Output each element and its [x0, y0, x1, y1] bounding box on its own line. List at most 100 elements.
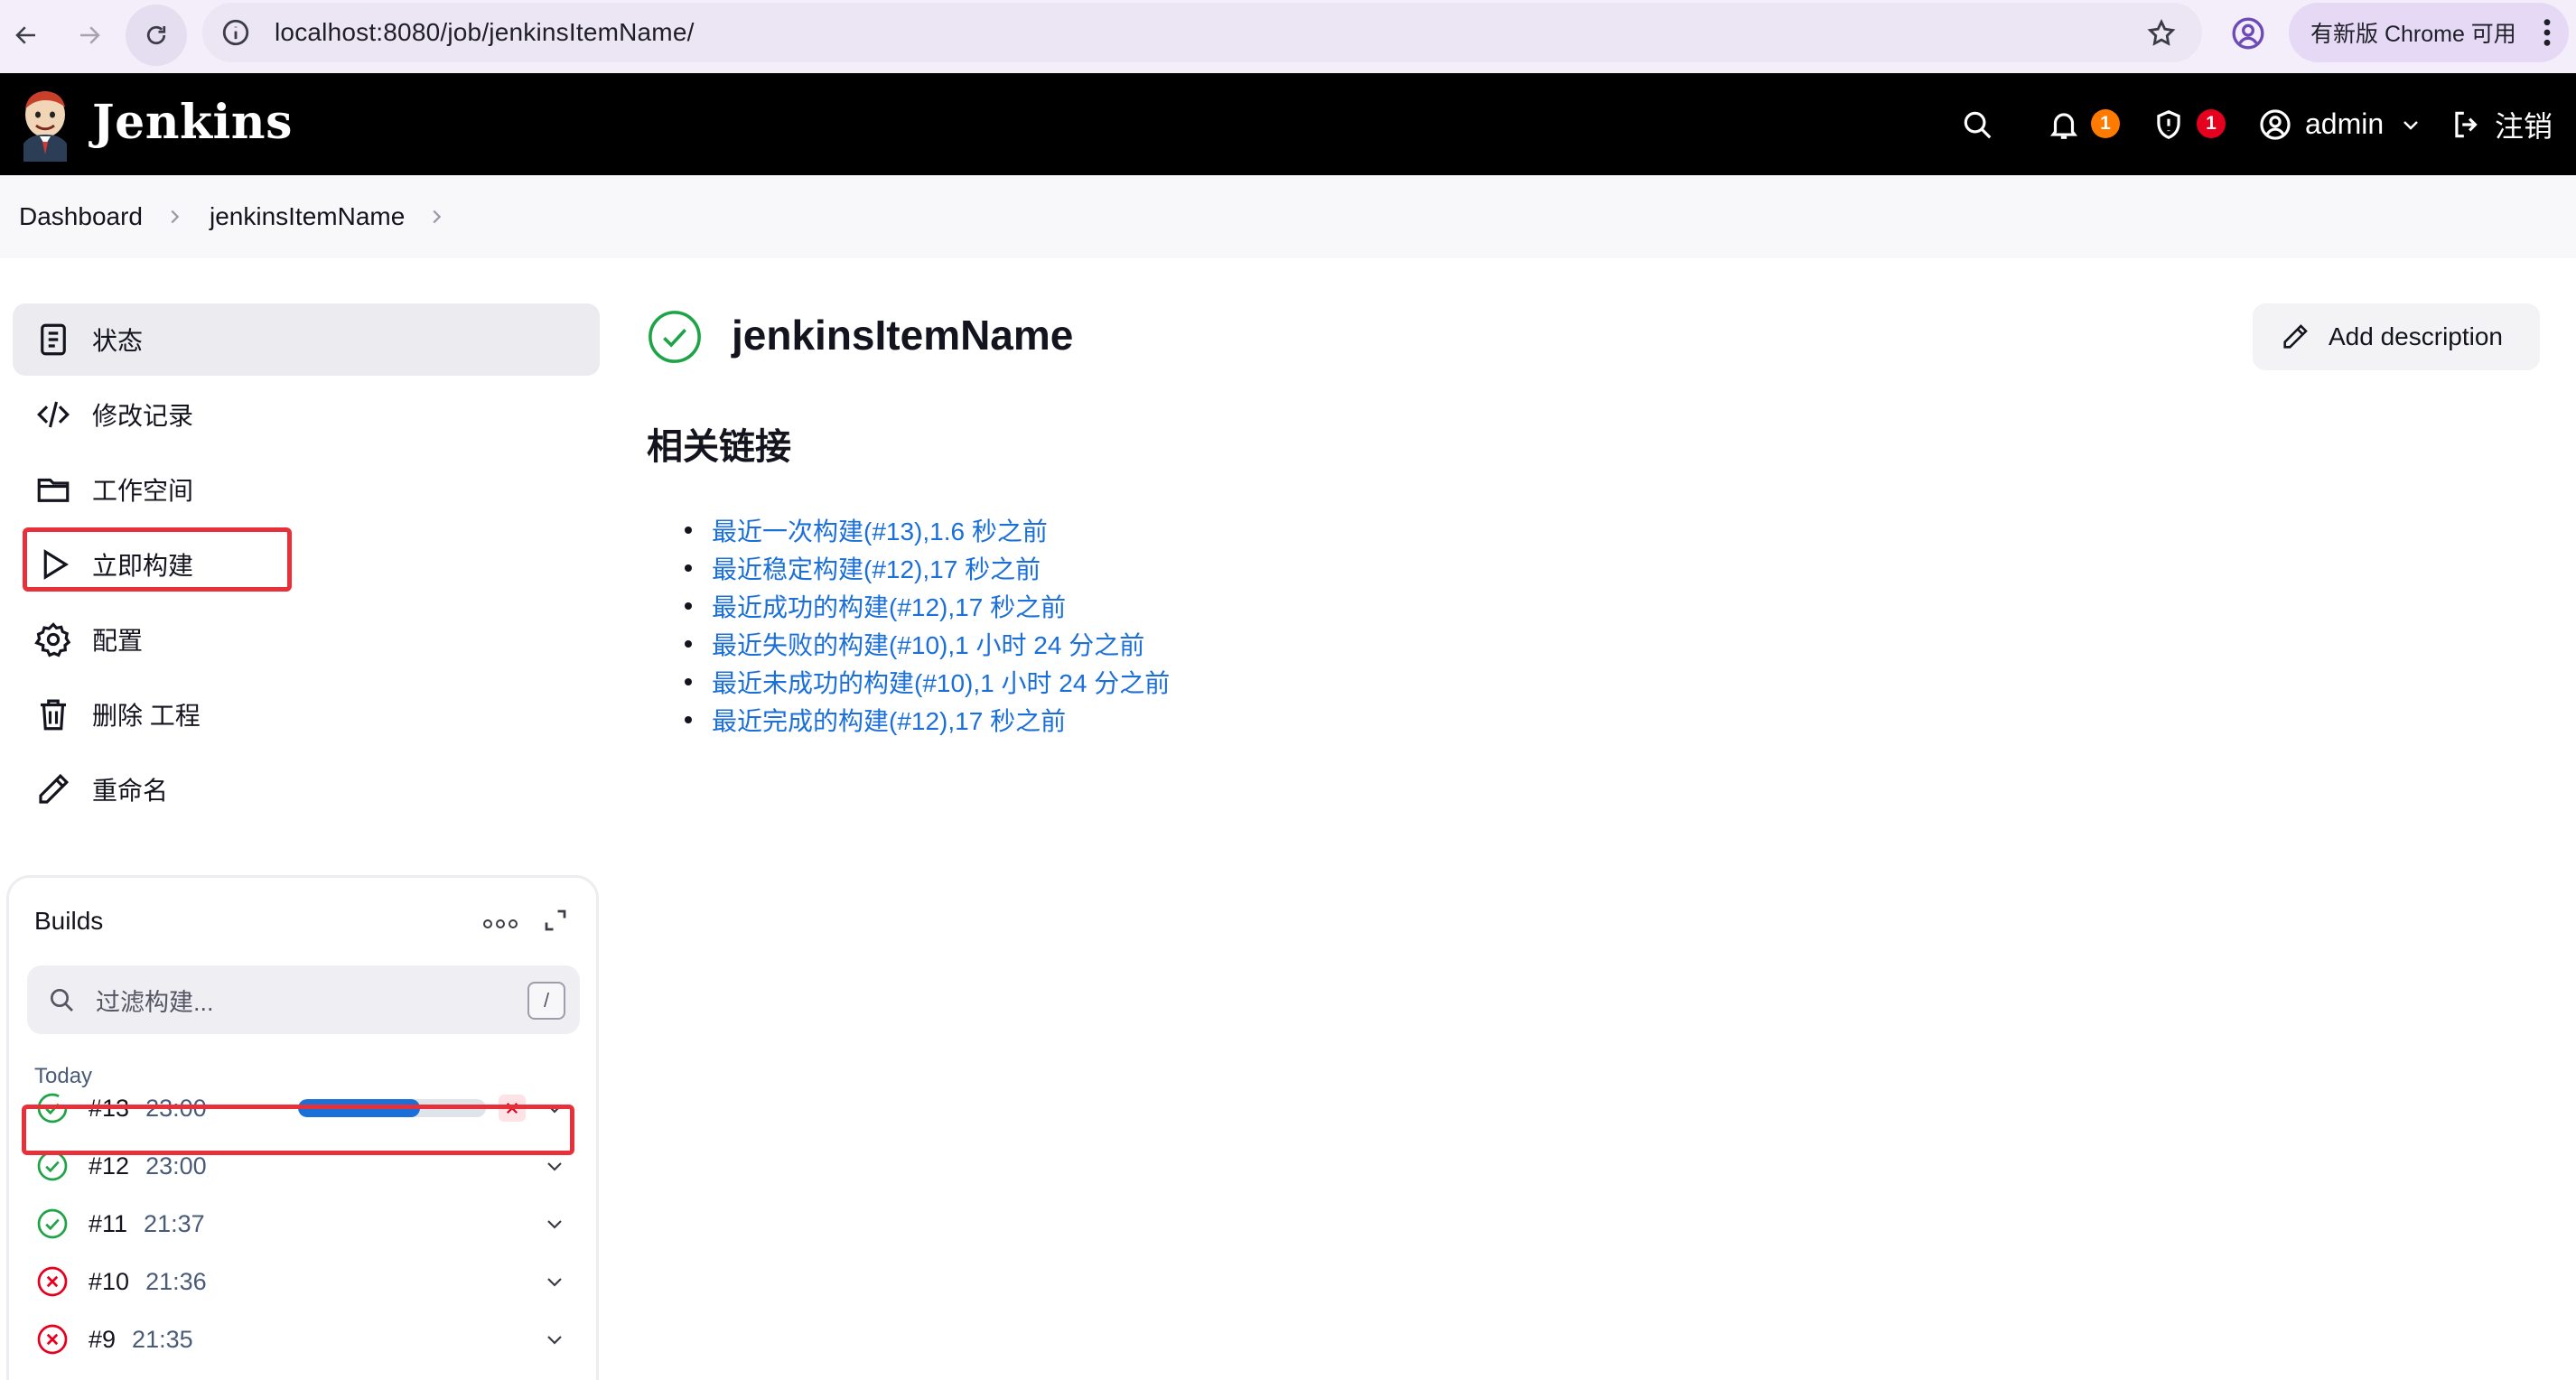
success-status-icon [37, 1208, 68, 1239]
chrome-update-button[interactable]: 有新版 Chrome 可用 [2289, 3, 2569, 62]
list-item: 最近一次构建(#13),1.6 秒之前 [701, 511, 1170, 549]
task-changes[interactable]: 修改记录 [13, 378, 600, 451]
more-options-icon[interactable] [482, 918, 518, 930]
last-unsuccessful-build-link[interactable]: 最近未成功的构建(#10),1 小时 24 分之前 [712, 664, 1170, 700]
chevron-down-icon[interactable] [544, 1329, 565, 1350]
shield-icon [2157, 109, 2180, 139]
play-icon [43, 549, 70, 580]
build-time: 23:00 [145, 1094, 207, 1122]
arrow-right-icon [80, 26, 100, 44]
task-label: 立即构建 [92, 552, 194, 580]
jenkins-header: Jenkins 1 1 admin 注销 [0, 73, 2576, 175]
build-progress-bar[interactable] [298, 1099, 486, 1117]
jenkins-brand[interactable]: Jenkins [92, 95, 293, 150]
build-time: 21:35 [132, 1325, 193, 1353]
security-button[interactable] [2151, 73, 2186, 175]
list-item: 最近未成功的构建(#10),1 小时 24 分之前 [701, 663, 1170, 701]
trash-icon [41, 699, 66, 731]
gear-icon [34, 622, 71, 657]
task-rename[interactable]: 重命名 [13, 753, 600, 825]
pencil-icon [39, 773, 70, 804]
build-number[interactable]: #10 [89, 1268, 129, 1296]
add-description-label: Add description [2329, 322, 2504, 350]
build-number[interactable]: #11 [89, 1210, 127, 1238]
task-label: 工作空间 [92, 477, 194, 505]
user-icon [2260, 108, 2291, 140]
url-text[interactable]: localhost:8080/job/jenkinsItemName/ [275, 18, 695, 47]
page-title: jenkinsItemName [732, 312, 1074, 359]
last-stable-build-link[interactable]: 最近稳定构建(#12),17 秒之前 [712, 550, 1041, 586]
kebab-menu-icon[interactable] [2542, 17, 2553, 48]
filter-placeholder: 过滤构建... [96, 988, 214, 1016]
bell-icon [2049, 112, 2078, 139]
profile-icon[interactable] [2230, 15, 2266, 51]
logout-icon [2455, 111, 2478, 137]
search-icon [1964, 111, 1992, 138]
build-row[interactable]: #11 21:37 [27, 1198, 580, 1249]
address-bar[interactable]: localhost:8080/job/jenkinsItemName/ [202, 3, 2202, 62]
breadcrumb: Dashboard jenkinsItemName [0, 175, 2576, 258]
success-status-icon [37, 1093, 68, 1124]
search-button[interactable] [1960, 73, 1994, 175]
chevron-down-icon[interactable] [544, 1213, 565, 1235]
last-successful-build-link[interactable]: 最近成功的构建(#12),17 秒之前 [712, 588, 1066, 624]
last-completed-build-link[interactable]: 最近完成的构建(#12),17 秒之前 [712, 702, 1066, 738]
reload-button[interactable] [126, 5, 187, 66]
bookmark-star-icon[interactable] [2146, 18, 2177, 49]
list-item: 最近失败的构建(#10),1 小时 24 分之前 [701, 625, 1170, 663]
task-workspace[interactable]: 工作空间 [13, 453, 600, 526]
build-time: 21:36 [145, 1267, 207, 1295]
logout-button[interactable]: 注销 [2450, 73, 2553, 175]
chevron-down-icon[interactable] [544, 1155, 565, 1177]
reload-icon [146, 25, 166, 45]
build-number[interactable]: #13 [89, 1095, 129, 1123]
list-item: 最近成功的构建(#12),17 秒之前 [701, 587, 1170, 625]
build-number[interactable]: #9 [89, 1326, 116, 1354]
last-failed-build-link[interactable]: 最近失败的构建(#10),1 小时 24 分之前 [712, 626, 1144, 662]
chrome-update-label: 有新版 Chrome 可用 [2310, 22, 2516, 47]
task-label: 配置 [92, 627, 144, 655]
arrow-left-icon [15, 26, 35, 44]
chevron-right-icon [171, 210, 180, 224]
site-info-icon[interactable] [220, 17, 251, 48]
related-links-list: 最近一次构建(#13),1.6 秒之前 最近稳定构建(#12),17 秒之前 最… [701, 511, 1170, 739]
breadcrumb-dashboard[interactable]: Dashboard [19, 202, 143, 231]
logout-label: 注销 [2495, 109, 2553, 143]
builds-panel: Builds 过滤构建... / Today #13 23:00 #12 23:… [6, 875, 599, 1380]
build-time: 23:00 [145, 1152, 207, 1180]
add-description-button[interactable]: Add description [2253, 303, 2540, 370]
forward-button[interactable] [67, 13, 112, 58]
last-build-link[interactable]: 最近一次构建(#13),1.6 秒之前 [712, 512, 1048, 548]
task-delete-project[interactable]: 删除 工程 [13, 678, 600, 751]
pencil-icon [2283, 324, 2308, 349]
task-configure[interactable]: 配置 [13, 603, 600, 676]
build-row[interactable]: #12 23:00 [27, 1141, 580, 1191]
security-badge: 1 [2197, 109, 2226, 138]
expand-icon[interactable] [542, 907, 569, 934]
success-status-icon [649, 311, 701, 363]
task-label: 重命名 [92, 777, 169, 805]
breadcrumb-job[interactable]: jenkinsItemName [210, 202, 405, 231]
user-menu[interactable]: admin [2258, 73, 2422, 175]
build-number[interactable]: #12 [89, 1152, 129, 1180]
folder-icon [37, 478, 70, 502]
notifications-badge: 1 [2091, 109, 2120, 138]
task-build-now[interactable]: 立即构建 [13, 528, 600, 601]
build-row[interactable]: #13 23:00 [27, 1083, 580, 1133]
chevron-down-icon[interactable] [544, 1097, 565, 1119]
list-item: 最近完成的构建(#12),17 秒之前 [701, 701, 1170, 739]
task-status[interactable]: 状态 [13, 303, 600, 376]
jenkins-logo-icon[interactable] [16, 89, 74, 162]
browser-toolbar: localhost:8080/job/jenkinsItemName/ 有新版 … [0, 0, 2576, 73]
filter-shortcut-key: / [527, 982, 565, 1020]
back-button[interactable] [4, 13, 49, 58]
task-label: 修改记录 [92, 402, 194, 430]
notifications-button[interactable] [2047, 73, 2081, 175]
build-time: 21:37 [144, 1209, 205, 1237]
cancel-build-button[interactable] [499, 1095, 526, 1122]
build-filter-input[interactable]: 过滤构建... / [27, 965, 580, 1034]
chevron-down-icon[interactable] [544, 1271, 565, 1292]
build-row[interactable]: #9 21:35 [27, 1314, 580, 1365]
chevron-right-icon[interactable] [426, 207, 446, 227]
build-row[interactable]: #10 21:36 [27, 1256, 580, 1307]
